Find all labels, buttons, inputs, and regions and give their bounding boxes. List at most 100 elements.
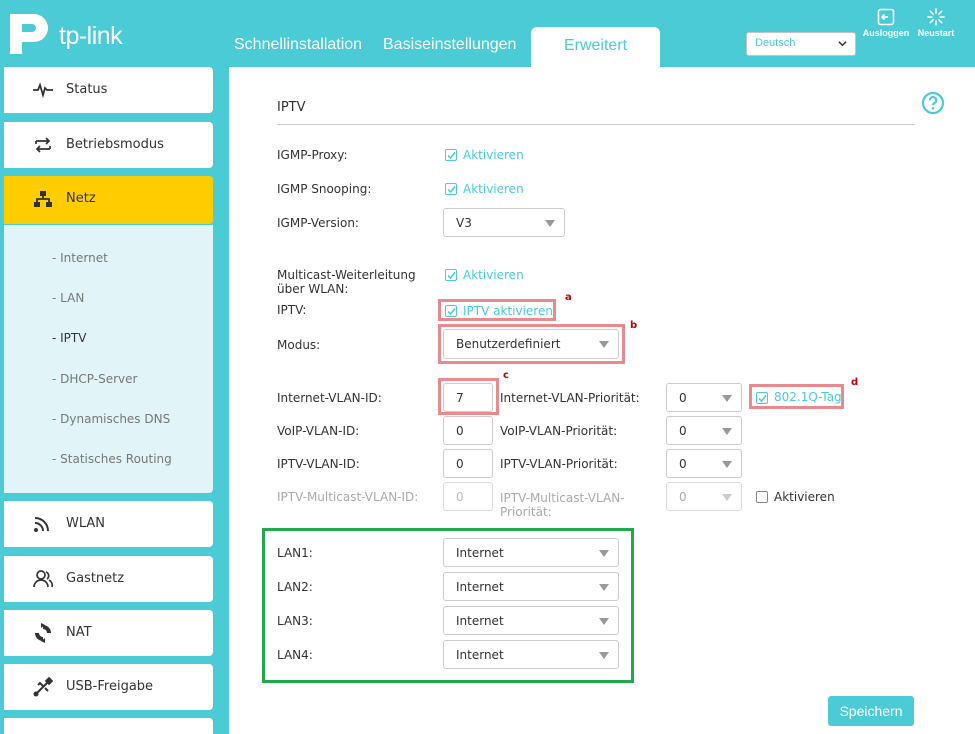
swap-arrows-icon bbox=[35, 137, 51, 153]
lan2-label: LAN2: bbox=[277, 580, 313, 594]
checkmark-icon bbox=[447, 152, 456, 160]
dropdown-arrow-icon bbox=[722, 395, 732, 402]
iptv-multicast-vlan-priority-select[interactable]: 0 bbox=[666, 482, 742, 511]
sidebar-item-more[interactable] bbox=[4, 718, 213, 734]
submenu-item-lan[interactable]: - LAN bbox=[52, 291, 84, 305]
sidebar-item-usb-sharing[interactable]: USB-Freigabe bbox=[4, 664, 213, 710]
iptv-vlan-priority-value: 0 bbox=[679, 457, 687, 471]
voip-vlan-priority-label: VoIP-VLAN-Priorität: bbox=[500, 424, 618, 438]
sidebar-item-label: WLAN bbox=[66, 516, 106, 531]
network-submenu: - Internet - LAN - IPTV - DHCP-Server - … bbox=[4, 225, 213, 493]
iptv-multicast-vlan-priority-label-line1: IPTV-Multicast-VLAN- bbox=[500, 491, 625, 505]
guests-icon bbox=[33, 570, 54, 588]
sidebar-item-label: Gastnetz bbox=[66, 571, 125, 586]
multicast-wlan-checkbox[interactable] bbox=[445, 269, 457, 281]
iptv-multicast-enable-checkbox[interactable] bbox=[756, 491, 768, 503]
multicast-wlan-label-line1: Multicast-Weiterleitung bbox=[277, 268, 416, 282]
iptv-vlan-id-value: 0 bbox=[456, 457, 464, 471]
voip-vlan-priority-select[interactable]: 0 bbox=[666, 416, 742, 445]
sidebar-item-status[interactable]: Status bbox=[4, 67, 213, 113]
reboot-button[interactable]: Neustart bbox=[912, 8, 960, 39]
igmp-proxy-label: IGMP-Proxy: bbox=[277, 148, 348, 162]
dropdown-arrow-icon bbox=[545, 220, 555, 227]
annotation-label-a: a bbox=[565, 292, 572, 303]
submenu-item-dynamic-dns[interactable]: - Dynamisches DNS bbox=[52, 412, 170, 426]
annotation-box-a bbox=[438, 299, 556, 321]
iptv-multicast-vlan-id-value: 0 bbox=[456, 490, 464, 504]
tp-link-logo[interactable]: tp-link bbox=[4, 10, 144, 56]
reboot-label: Neustart bbox=[917, 28, 955, 38]
sidebar-item-label: USB-Freigabe bbox=[66, 679, 154, 694]
internet-vlan-id-label: Internet-VLAN-ID: bbox=[277, 391, 382, 405]
main-content: IPTV IGMP-Proxy: Aktivieren IGMP Snoopin… bbox=[229, 67, 975, 734]
igmp-snooping-checkbox[interactable] bbox=[445, 183, 457, 195]
language-select[interactable]: Deutsch bbox=[746, 32, 856, 56]
dropdown-arrow-icon bbox=[722, 461, 732, 468]
annotation-box-c bbox=[438, 378, 499, 415]
lan1-label: LAN1: bbox=[277, 546, 313, 560]
reboot-icon bbox=[927, 8, 945, 26]
dropdown-arrow-icon bbox=[722, 494, 732, 501]
igmp-snooping-label: IGMP Snooping: bbox=[277, 182, 372, 196]
multicast-wlan-checkbox-label[interactable]: Aktivieren bbox=[463, 268, 524, 282]
voip-vlan-id-value: 0 bbox=[456, 424, 464, 438]
sidebar-item-guest-network[interactable]: Gastnetz bbox=[4, 556, 213, 602]
annotation-label-c: c bbox=[503, 370, 509, 381]
checkmark-icon bbox=[447, 186, 456, 194]
submenu-item-static-routing[interactable]: - Statisches Routing bbox=[52, 452, 172, 466]
tab-quick-setup[interactable]: Schnellinstallation bbox=[234, 36, 362, 54]
submenu-item-dhcp-server[interactable]: - DHCP-Server bbox=[52, 372, 137, 386]
voip-vlan-id-input[interactable]: 0 bbox=[443, 416, 493, 445]
dropdown-arrow-icon bbox=[722, 428, 732, 435]
igmp-proxy-checkbox-label[interactable]: Aktivieren bbox=[463, 148, 524, 162]
iptv-vlan-priority-label: IPTV-VLAN-Priorität: bbox=[500, 457, 618, 471]
iptv-vlan-priority-select[interactable]: 0 bbox=[666, 449, 742, 478]
annotation-label-d: d bbox=[851, 377, 859, 388]
tab-basic[interactable]: Basiseinstellungen bbox=[383, 36, 516, 54]
save-button[interactable]: Speichern bbox=[828, 696, 914, 726]
sidebar-item-label: Betriebsmodus bbox=[66, 137, 164, 152]
submenu-item-internet[interactable]: - Internet bbox=[52, 251, 108, 265]
lan3-value: Internet bbox=[456, 614, 504, 628]
nat-icon bbox=[35, 623, 51, 643]
sidebar: Status Betriebsmodus Netz - Internet - L… bbox=[0, 67, 229, 734]
iptv-multicast-enable-label[interactable]: Aktivieren bbox=[774, 490, 835, 504]
igmp-snooping-checkbox-label[interactable]: Aktivieren bbox=[463, 182, 524, 196]
igmp-version-select[interactable]: V3 bbox=[443, 208, 565, 237]
iptv-multicast-vlan-id-label: IPTV-Multicast-VLAN-ID: bbox=[277, 490, 419, 504]
lan2-select[interactable]: Internet bbox=[443, 572, 619, 601]
sidebar-item-operation-mode[interactable]: Betriebsmodus bbox=[4, 122, 213, 168]
lan4-label: LAN4: bbox=[277, 648, 313, 662]
top-header: tp-link Schnellinstallation Basiseinstel… bbox=[0, 0, 975, 67]
sidebar-item-network[interactable]: Netz bbox=[4, 176, 213, 224]
voip-vlan-id-label: VoIP-VLAN-ID: bbox=[277, 424, 360, 438]
logout-button[interactable]: Ausloggen bbox=[862, 8, 910, 39]
submenu-item-iptv[interactable]: - IPTV bbox=[52, 331, 86, 345]
lan2-value: Internet bbox=[456, 580, 504, 594]
sidebar-item-label: Netz bbox=[66, 191, 96, 206]
iptv-vlan-id-label: IPTV-VLAN-ID: bbox=[277, 457, 360, 471]
sidebar-item-nat[interactable]: NAT bbox=[4, 610, 213, 656]
iptv-vlan-id-input[interactable]: 0 bbox=[443, 449, 493, 478]
checkmark-icon bbox=[447, 272, 456, 280]
igmp-version-label: IGMP-Version: bbox=[277, 216, 359, 230]
igmp-proxy-checkbox[interactable] bbox=[445, 149, 457, 161]
iptv-multicast-vlan-id-input[interactable]: 0 bbox=[443, 482, 493, 511]
annotation-label-b: b bbox=[630, 320, 638, 331]
igmp-version-value: V3 bbox=[456, 216, 472, 230]
sidebar-item-wlan[interactable]: WLAN bbox=[4, 501, 213, 547]
page-title: IPTV bbox=[277, 100, 306, 115]
logout-label: Ausloggen bbox=[862, 28, 910, 38]
help-icon[interactable] bbox=[921, 91, 945, 115]
lan1-select[interactable]: Internet bbox=[443, 538, 619, 567]
dropdown-arrow-icon bbox=[599, 584, 609, 591]
title-divider bbox=[277, 124, 915, 125]
lan3-select[interactable]: Internet bbox=[443, 606, 619, 635]
lan4-select[interactable]: Internet bbox=[443, 640, 619, 669]
internet-vlan-priority-select[interactable]: 0 bbox=[666, 383, 742, 412]
logout-icon bbox=[877, 8, 895, 26]
usb-icon bbox=[33, 677, 54, 697]
internet-vlan-priority-label: Internet-VLAN-Priorität: bbox=[500, 391, 640, 405]
iptv-multicast-vlan-priority-label-line2: Priorität: bbox=[500, 505, 552, 519]
tab-advanced[interactable]: Erweitert bbox=[531, 27, 660, 67]
